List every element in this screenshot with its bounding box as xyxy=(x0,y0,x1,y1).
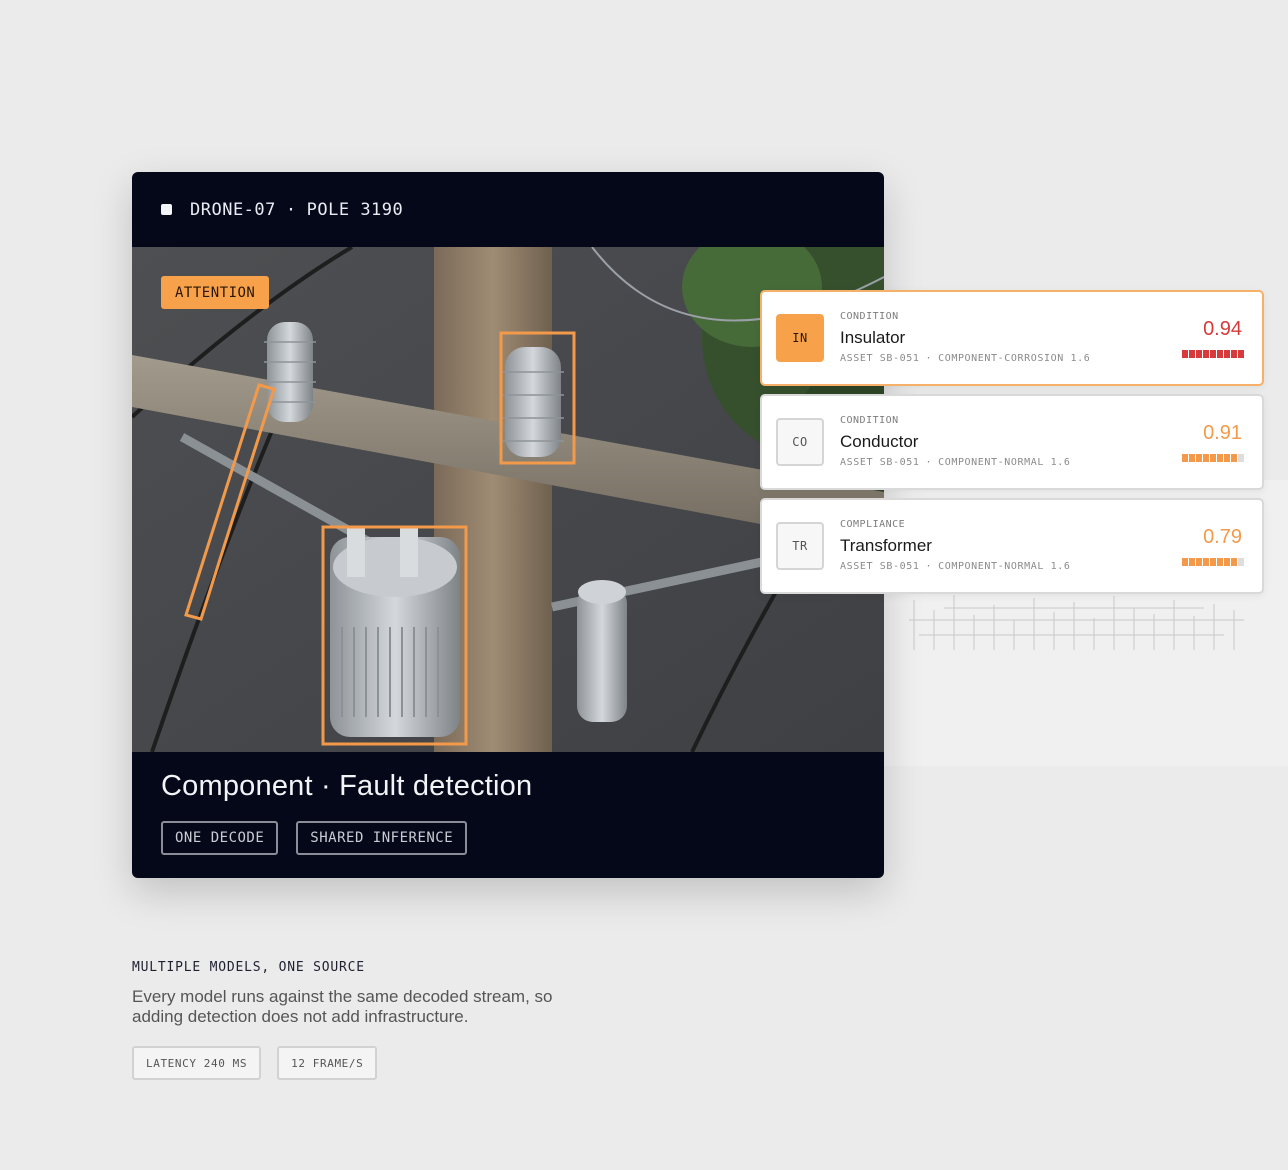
result-asset: ASSET SB-051 · COMPONENT-NORMAL 1.6 xyxy=(840,561,1071,572)
result-item-insulator[interactable]: IN CONDITION Insulator ASSET SB-051 · COMP… xyxy=(760,290,1264,386)
camera-header: DRONE-07 · POLE 3190 xyxy=(132,172,884,247)
header-separator: · xyxy=(285,199,297,220)
result-asset-id: ASSET SB-051 xyxy=(840,561,920,572)
result-model: COMPONENT-CORROSION 1.6 xyxy=(938,353,1091,364)
confidence-segment xyxy=(1203,350,1209,358)
confidence-segment xyxy=(1217,454,1223,462)
confidence-segment xyxy=(1231,454,1237,462)
camera-source: DRONE-07 xyxy=(190,199,276,220)
substation-sketch xyxy=(909,595,1244,650)
result-item-conductor[interactable]: CO CONDITION Conductor ASSET SB-051 · COMP… xyxy=(760,394,1264,490)
result-asset: ASSET SB-051 · COMPONENT-NORMAL 1.6 xyxy=(840,457,1071,468)
chip-latency: LATENCY 240 MS xyxy=(132,1046,262,1080)
confidence-segment xyxy=(1231,350,1237,358)
metric-chips: LATENCY 240 MS 12 FRAME/S xyxy=(132,1046,378,1080)
card-footer: Component · Fault detection ONE DECODE S… xyxy=(132,752,884,878)
chip-one-decode: ONE DECODE xyxy=(161,821,279,855)
confidence-segment xyxy=(1238,350,1244,358)
confidence-segment xyxy=(1238,454,1244,462)
result-name: Insulator xyxy=(840,328,906,347)
result-confidence-bar xyxy=(1182,558,1244,566)
card-chips: ONE DECODE SHARED INFERENCE xyxy=(161,821,884,855)
confidence-segment xyxy=(1224,454,1230,462)
confidence-segment xyxy=(1238,558,1244,566)
confidence-segment xyxy=(1217,350,1223,358)
result-asset: ASSET SB-051 · COMPONENT-CORROSION 1.6 xyxy=(840,353,1091,364)
result-badge: IN xyxy=(776,314,824,362)
camera-location: POLE 3190 xyxy=(306,199,404,220)
result-score: 0.79 xyxy=(1203,526,1242,548)
chip-shared-inference: SHARED INFERENCE xyxy=(296,821,468,855)
result-confidence-bar xyxy=(1182,454,1244,462)
confidence-segment xyxy=(1196,350,1202,358)
confidence-segment xyxy=(1231,558,1237,566)
confidence-segment xyxy=(1182,454,1188,462)
results-list: IN CONDITION Insulator ASSET SB-051 · COMP… xyxy=(760,290,1264,602)
confidence-segment xyxy=(1203,454,1209,462)
result-confidence-bar xyxy=(1182,350,1244,358)
result-asset-id: ASSET SB-051 xyxy=(840,353,920,364)
result-name: Transformer xyxy=(840,536,932,555)
confidence-segment xyxy=(1210,350,1216,358)
confidence-segment xyxy=(1203,558,1209,566)
chip-frame-rate: 12 FRAME/S xyxy=(277,1046,378,1080)
confidence-segment xyxy=(1196,454,1202,462)
result-score: 0.91 xyxy=(1203,422,1242,444)
confidence-segment xyxy=(1182,350,1188,358)
result-name: Conductor xyxy=(840,432,919,451)
result-item-transformer[interactable]: TR COMPLIANCE Transformer ASSET SB-051 · C… xyxy=(760,498,1264,594)
section-description: Every model runs against the same decode… xyxy=(132,987,553,1026)
confidence-segment xyxy=(1189,454,1195,462)
confidence-segment xyxy=(1189,558,1195,566)
confidence-segment xyxy=(1189,350,1195,358)
confidence-segment xyxy=(1196,558,1202,566)
result-score: 0.94 xyxy=(1203,318,1242,340)
result-kind: CONDITION xyxy=(840,415,899,426)
confidence-segment xyxy=(1210,558,1216,566)
confidence-segment xyxy=(1210,454,1216,462)
card-title: Component · Fault detection xyxy=(161,770,533,802)
confidence-segment xyxy=(1182,558,1188,566)
status-dot-icon xyxy=(161,204,172,215)
result-kind: CONDITION xyxy=(840,311,899,322)
confidence-segment xyxy=(1224,350,1230,358)
result-badge: CO xyxy=(776,418,824,466)
result-model: COMPONENT-NORMAL 1.6 xyxy=(938,561,1071,572)
result-badge: TR xyxy=(776,522,824,570)
result-model: COMPONENT-NORMAL 1.6 xyxy=(938,457,1071,468)
confidence-segment xyxy=(1224,558,1230,566)
attention-badge: ATTENTION xyxy=(161,276,270,309)
result-kind: COMPLIANCE xyxy=(840,519,906,530)
result-asset-id: ASSET SB-051 xyxy=(840,457,920,468)
confidence-segment xyxy=(1217,558,1223,566)
section-eyebrow: MULTIPLE MODELS, ONE SOURCE xyxy=(132,960,365,975)
